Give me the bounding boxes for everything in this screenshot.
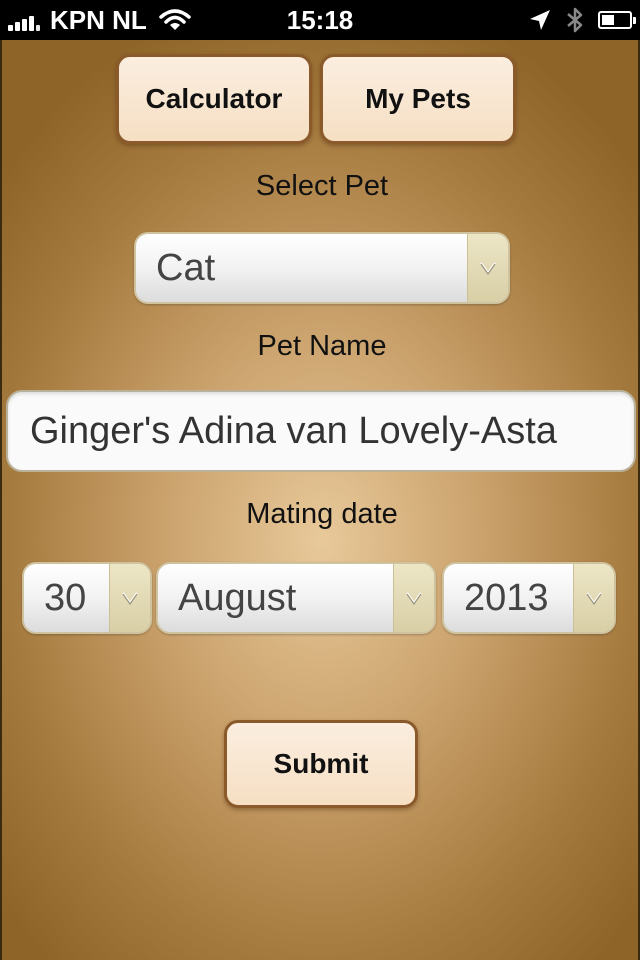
- signal-icon: [8, 9, 42, 31]
- month-select[interactable]: August: [156, 562, 436, 634]
- my-pets-button[interactable]: My Pets: [320, 54, 516, 144]
- day-select[interactable]: 30: [22, 562, 152, 634]
- bluetooth-icon: [567, 7, 583, 33]
- app-screen: KPN NL 15:18 Calculator My Pets Select P…: [0, 0, 640, 960]
- pet-name-input[interactable]: [6, 390, 636, 472]
- year-select[interactable]: 2013: [442, 562, 616, 634]
- status-left: KPN NL: [8, 0, 191, 40]
- pet-type-value: Cat: [156, 246, 216, 289]
- chevron-down-icon: [467, 234, 508, 302]
- submit-button[interactable]: Submit: [224, 720, 418, 808]
- chevron-down-icon: [109, 564, 150, 632]
- day-value: 30: [44, 576, 87, 619]
- carrier-name: KPN NL: [50, 4, 147, 35]
- location-arrow-icon: [530, 10, 550, 30]
- chevron-down-icon: [393, 564, 434, 632]
- wifi-icon: [159, 9, 191, 30]
- select-pet-label: Select Pet: [255, 170, 389, 202]
- chevron-down-icon: [573, 564, 614, 632]
- mating-date-label: Mating date: [246, 498, 398, 530]
- pet-type-select[interactable]: Cat: [134, 232, 510, 304]
- month-value: August: [178, 576, 297, 619]
- pet-name-label: Pet Name: [257, 330, 387, 362]
- calculator-button[interactable]: Calculator: [116, 54, 312, 144]
- status-right: [528, 0, 636, 40]
- status-bar: KPN NL 15:18: [0, 0, 640, 40]
- status-time: 15:18: [286, 4, 354, 35]
- year-value: 2013: [464, 576, 549, 619]
- battery-icon: [598, 11, 636, 29]
- main-area: Calculator My Pets Select Pet Cat Pet Na…: [0, 40, 640, 960]
